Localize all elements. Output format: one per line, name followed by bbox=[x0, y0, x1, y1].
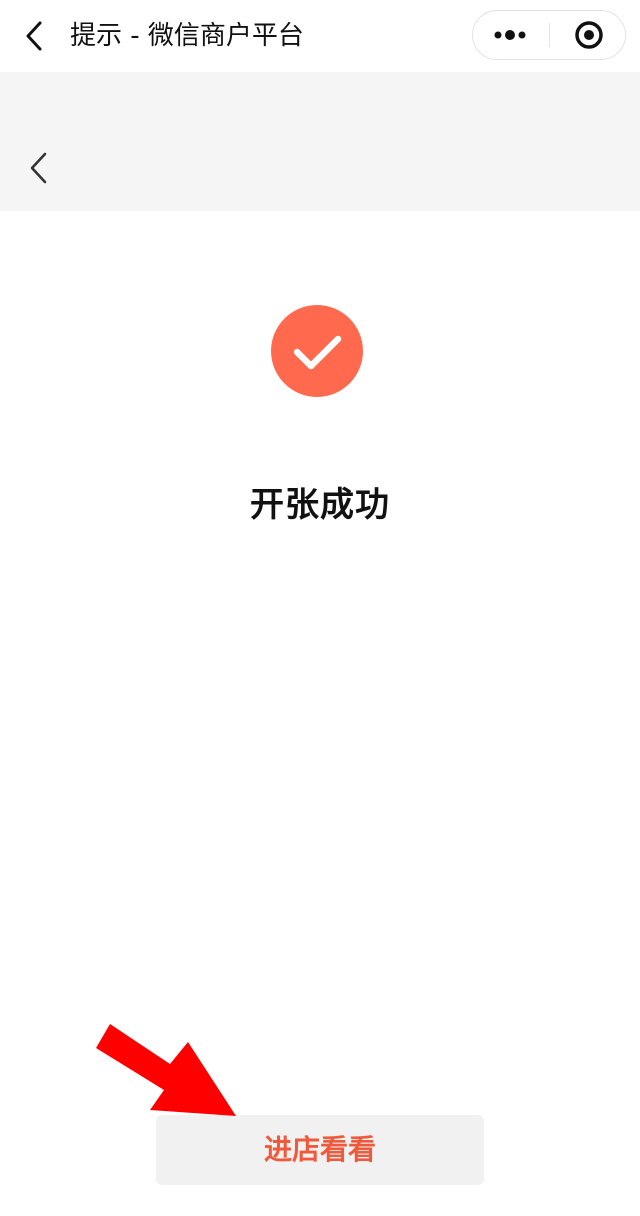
more-dots-icon bbox=[494, 30, 526, 40]
page-header bbox=[0, 72, 640, 211]
check-circle-icon bbox=[271, 305, 363, 397]
page-back-button[interactable] bbox=[18, 146, 60, 190]
capsule-menu bbox=[472, 10, 626, 60]
chevron-left-icon bbox=[26, 21, 42, 51]
nav-back-button[interactable] bbox=[14, 14, 58, 58]
page: 提示 - 微信商户平台 开张成功 进店看看 bbox=[0, 0, 640, 1216]
target-close-icon bbox=[575, 21, 603, 49]
success-title: 开张成功 bbox=[250, 485, 390, 525]
red-arrow-icon bbox=[96, 1024, 236, 1116]
visit-store-button[interactable]: 进店看看 bbox=[156, 1115, 484, 1185]
close-miniprogram-button[interactable] bbox=[550, 11, 626, 59]
top-nav-bar: 提示 - 微信商户平台 bbox=[0, 0, 640, 72]
chevron-left-icon bbox=[30, 152, 47, 184]
window-title: 提示 - 微信商户平台 bbox=[70, 21, 304, 51]
more-button[interactable] bbox=[473, 11, 549, 59]
